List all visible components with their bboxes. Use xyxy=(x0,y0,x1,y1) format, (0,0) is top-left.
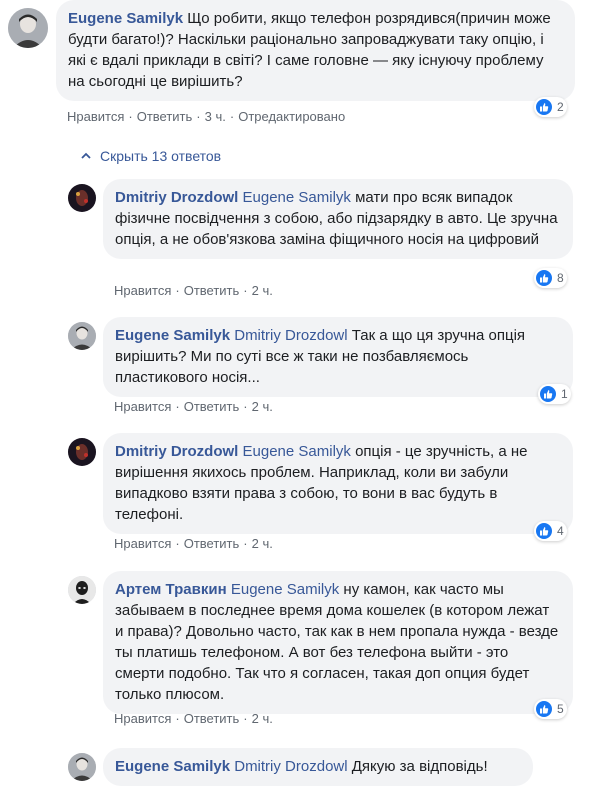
comment-bubble: Eugene Samilyk Dmitriy Drozdowl Дякую за… xyxy=(103,748,533,786)
comment-author[interactable]: Eugene Samilyk xyxy=(68,10,183,27)
comment-author[interactable]: Dmitriy Drozdowl xyxy=(115,189,238,206)
comment-text: Дякую за відповідь! xyxy=(351,758,488,775)
separator: · xyxy=(175,711,180,726)
mention-link[interactable]: Dmitriy Drozdowl xyxy=(234,758,347,775)
hide-replies-button[interactable]: Скрыть 13 ответов xyxy=(80,148,221,164)
like-reaction-icon xyxy=(536,701,552,717)
mention-link[interactable]: Eugene Samilyk xyxy=(231,581,339,598)
comment-author[interactable]: Dmitriy Drozdowl xyxy=(115,443,238,460)
comment-actions: Нравится · Ответить · 2 ч. xyxy=(114,399,273,414)
reaction-summary[interactable]: 4 xyxy=(534,521,567,541)
reply-link[interactable]: Ответить xyxy=(137,109,193,124)
separator: · xyxy=(243,711,248,726)
comment-actions: Нравится · Ответить · 2 ч. xyxy=(114,283,273,298)
timestamp[interactable]: 2 ч. xyxy=(252,283,273,298)
like-reaction-icon xyxy=(536,99,552,115)
avatar-photo-icon xyxy=(68,753,96,781)
timestamp[interactable]: 2 ч. xyxy=(252,399,273,414)
reaction-summary[interactable]: 2 xyxy=(534,97,567,117)
timestamp[interactable]: 3 ч. xyxy=(205,109,226,124)
separator: · xyxy=(196,109,201,124)
comment-actions: Нравится · Ответить · 3 ч. · Отредактировано xyxy=(67,109,345,124)
reaction-count: 8 xyxy=(557,271,564,285)
reply-link[interactable]: Ответить xyxy=(184,283,240,298)
mention-link[interactable]: Eugene Samilyk xyxy=(243,443,351,460)
comment-bubble: Eugene Samilyk Що робити, якщо телефон р… xyxy=(56,0,575,101)
like-link[interactable]: Нравится xyxy=(114,399,171,414)
reply-link[interactable]: Ответить xyxy=(184,711,240,726)
like-reaction-icon xyxy=(540,386,556,402)
comment-author[interactable]: Eugene Samilyk xyxy=(115,758,230,775)
avatar[interactable] xyxy=(68,322,96,350)
comment-bubble: Артем Травкин Eugene Samilyk ну камон, к… xyxy=(103,571,573,714)
comment-actions: Нравится · Ответить · 2 ч. xyxy=(114,711,273,726)
mention-link[interactable]: Dmitriy Drozdowl xyxy=(234,327,347,344)
reaction-count: 2 xyxy=(557,100,564,114)
reaction-summary[interactable]: 8 xyxy=(534,268,567,288)
separator: · xyxy=(229,109,235,124)
separator: · xyxy=(175,283,180,298)
avatar-photo-icon xyxy=(68,438,96,466)
avatar[interactable] xyxy=(68,438,96,466)
comment-author[interactable]: Eugene Samilyk xyxy=(115,327,230,344)
avatar-photo-icon xyxy=(68,322,96,350)
avatar[interactable] xyxy=(8,8,48,48)
like-reaction-icon xyxy=(536,523,552,539)
separator: · xyxy=(243,283,248,298)
comment-bubble: Dmitriy Drozdowl Eugene Samilyk мати про… xyxy=(103,179,573,259)
reaction-summary[interactable]: 5 xyxy=(534,699,567,719)
comment-text: ну камон, как часто мы забываем в послед… xyxy=(115,581,559,703)
comment-author[interactable]: Артем Травкин xyxy=(115,581,227,598)
avatar-photo-icon xyxy=(68,184,96,212)
timestamp[interactable]: 2 ч. xyxy=(252,711,273,726)
timestamp[interactable]: 2 ч. xyxy=(252,536,273,551)
hide-replies-label: Скрыть 13 ответов xyxy=(100,148,222,164)
mention-link[interactable]: Eugene Samilyk xyxy=(243,189,351,206)
reaction-count: 1 xyxy=(561,387,568,401)
avatar[interactable] xyxy=(68,184,96,212)
avatar-photo-icon xyxy=(68,576,96,604)
chevron-up-icon xyxy=(81,152,91,159)
like-link[interactable]: Нравится xyxy=(114,283,171,298)
separator: · xyxy=(243,536,248,551)
separator: · xyxy=(175,536,180,551)
avatar[interactable] xyxy=(68,753,96,781)
reaction-count: 4 xyxy=(557,524,564,538)
comment-bubble: Eugene Samilyk Dmitriy Drozdowl Так а що… xyxy=(103,317,573,397)
separator: · xyxy=(243,399,248,414)
comment-bubble: Dmitriy Drozdowl Eugene Samilyk опція - … xyxy=(103,433,573,534)
edited-label[interactable]: Отредактировано xyxy=(238,109,345,124)
comment-actions: Нравится · Ответить · 2 ч. xyxy=(114,536,273,551)
like-link[interactable]: Нравится xyxy=(114,711,171,726)
like-reaction-icon xyxy=(536,270,552,286)
reaction-summary[interactable]: 1 xyxy=(538,384,571,404)
like-link[interactable]: Нравится xyxy=(67,109,124,124)
avatar-photo-icon xyxy=(8,8,48,48)
reply-link[interactable]: Ответить xyxy=(184,536,240,551)
reaction-count: 5 xyxy=(557,702,564,716)
reply-link[interactable]: Ответить xyxy=(184,399,240,414)
separator: · xyxy=(175,399,180,414)
avatar[interactable] xyxy=(68,576,96,604)
separator: · xyxy=(128,109,133,124)
like-link[interactable]: Нравится xyxy=(114,536,171,551)
